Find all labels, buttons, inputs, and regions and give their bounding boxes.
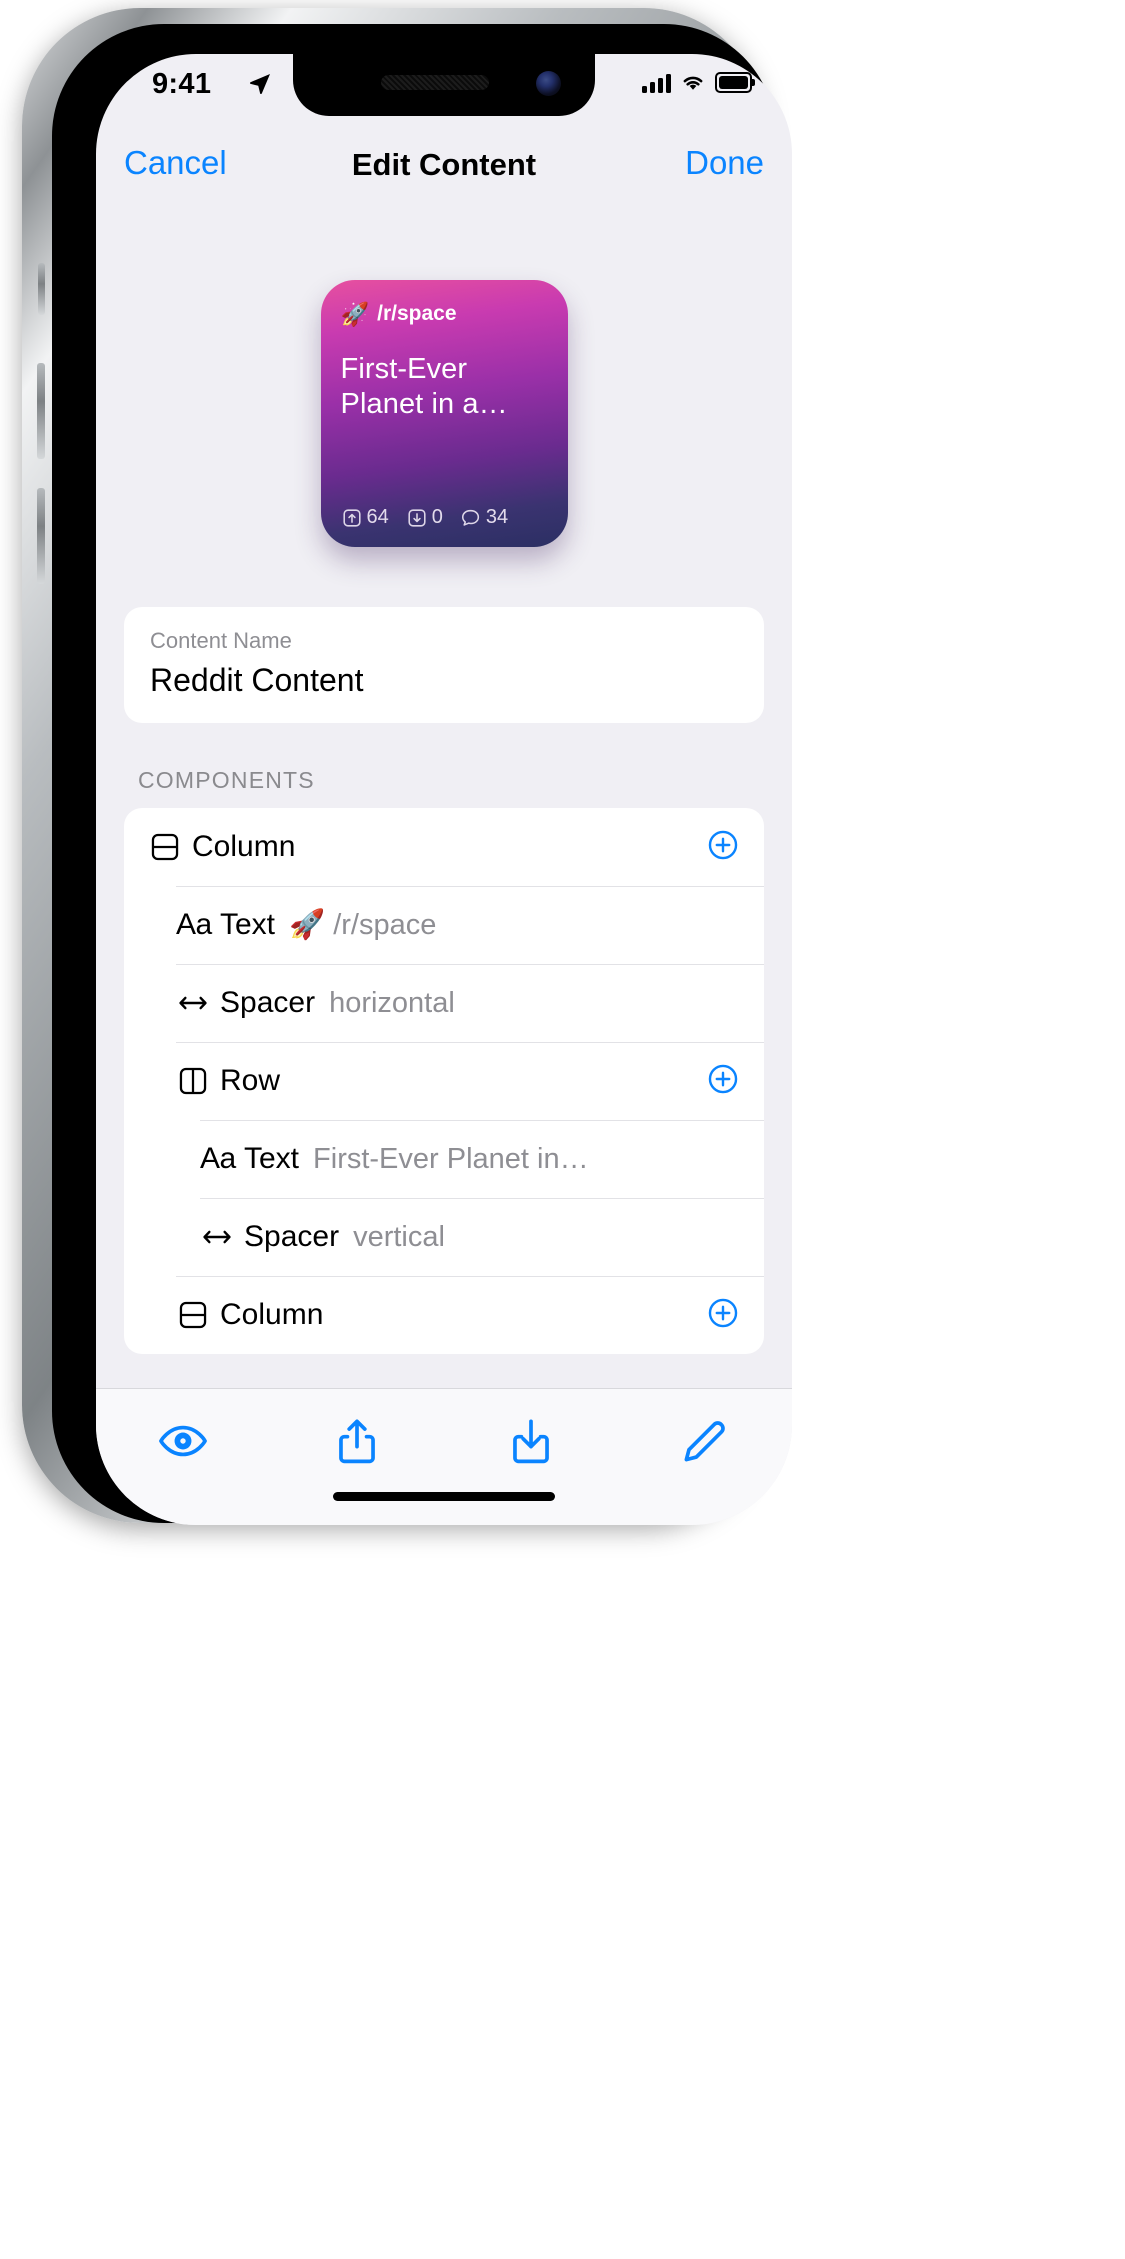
card-subreddit-label: /r/space (377, 302, 457, 325)
phone-bezel: 9:41 Cancel Edit Content Done 🚀 /r/space… (52, 24, 792, 1525)
content-preview-card[interactable]: 🚀 /r/space First-Ever Planet in a… 64 0 … (320, 280, 568, 547)
share-button[interactable] (314, 1415, 400, 1467)
text-aa-icon: Aa (200, 1142, 236, 1175)
navigation-bar: Cancel Edit Content Done (96, 136, 792, 208)
done-button[interactable]: Done (685, 144, 764, 182)
download-import-icon (513, 1419, 549, 1464)
downvote-stat: 0 (406, 506, 443, 529)
component-row-spacer[interactable]: Spacer horizontal (124, 964, 764, 1042)
component-row-spacer[interactable]: Spacer vertical (124, 1198, 764, 1276)
spacer-arrows-icon (176, 986, 220, 1020)
component-value: vertical (353, 1220, 445, 1253)
edit-button[interactable] (662, 1415, 748, 1467)
card-stats: 64 0 34 (341, 506, 548, 529)
downvote-icon (408, 508, 426, 527)
component-row-row[interactable]: Row (124, 1042, 764, 1120)
preview-button[interactable] (140, 1415, 226, 1467)
rocket-icon: 🚀 (340, 300, 370, 327)
upvote-icon (342, 508, 361, 527)
component-row-column[interactable]: Column (124, 808, 764, 886)
upvote-stat: 64 (341, 506, 389, 529)
component-row-column[interactable]: Column (124, 1276, 764, 1354)
front-camera (536, 71, 561, 96)
phone-screen: 9:41 Cancel Edit Content Done 🚀 /r/space… (96, 54, 792, 1525)
earpiece-speaker (381, 75, 489, 90)
downvote-count: 0 (431, 506, 443, 528)
comment-stat: 34 (460, 506, 508, 529)
phone-frame: 9:41 Cancel Edit Content Done 🚀 /r/space… (22, 8, 792, 1525)
location-arrow-icon (249, 74, 270, 95)
preview-container: 🚀 /r/space First-Ever Planet in a… 64 0 … (96, 208, 792, 547)
card-subreddit: 🚀 /r/space (341, 302, 548, 326)
component-label: Text (244, 1142, 300, 1175)
status-time: 9:41 (152, 68, 212, 100)
card-title: First-Ever Planet in a… (340, 353, 508, 421)
components-section-header: COMPONENTS (138, 767, 315, 793)
column-icon (148, 830, 192, 864)
component-label: Column (192, 830, 296, 863)
screenshot-stage: 9:41 Cancel Edit Content Done 🚀 /r/space… (0, 0, 1125, 2259)
home-indicator[interactable] (333, 1492, 555, 1501)
share-export-icon (339, 1419, 375, 1464)
status-indicators (642, 72, 755, 93)
row-icon (176, 1064, 220, 1098)
content-scroll-area[interactable]: 🚀 /r/space First-Ever Planet in a… 64 0 … (96, 208, 792, 1388)
component-label: Spacer (244, 1220, 340, 1253)
component-value: 🚀 /r/space (289, 909, 437, 941)
volume-down-button[interactable] (37, 488, 45, 584)
component-label: Text (220, 908, 276, 941)
add-child-button[interactable] (706, 1296, 740, 1335)
add-child-button[interactable] (706, 1062, 740, 1101)
add-child-button[interactable] (706, 828, 740, 867)
comment-bubble-icon (461, 509, 479, 526)
component-label: Spacer (220, 986, 316, 1019)
content-name-field[interactable]: Content Name Reddit Content (124, 607, 764, 723)
component-label: Column (220, 1298, 324, 1331)
notch (293, 54, 595, 116)
mute-switch[interactable] (38, 263, 45, 315)
column-icon (176, 1298, 220, 1332)
components-list: Column Aa Text 🚀 /r/space Spacer horizon… (124, 808, 764, 1354)
text-aa-icon: Aa (176, 908, 212, 941)
cellular-bars-icon (642, 73, 671, 93)
spacer-arrows-icon (200, 1220, 244, 1254)
comment-count: 34 (485, 506, 509, 528)
component-row-text[interactable]: Aa Text 🚀 /r/space (124, 886, 764, 964)
content-name-input[interactable]: Reddit Content (150, 662, 738, 699)
component-value: First-Ever Planet in… (313, 1142, 589, 1175)
content-name-label: Content Name (150, 628, 292, 653)
component-value: horizontal (329, 986, 455, 1019)
component-label: Row (220, 1064, 281, 1097)
volume-up-button[interactable] (37, 363, 45, 459)
battery-full-icon (715, 72, 755, 93)
wifi-icon (683, 76, 703, 90)
import-button[interactable] (488, 1415, 574, 1467)
bottom-toolbar (96, 1388, 792, 1525)
upvote-count: 64 (366, 506, 389, 528)
eye-preview-icon (159, 1425, 207, 1457)
pencil-edit-icon (684, 1421, 725, 1462)
component-row-text[interactable]: Aa Text First-Ever Planet in… (124, 1120, 764, 1198)
